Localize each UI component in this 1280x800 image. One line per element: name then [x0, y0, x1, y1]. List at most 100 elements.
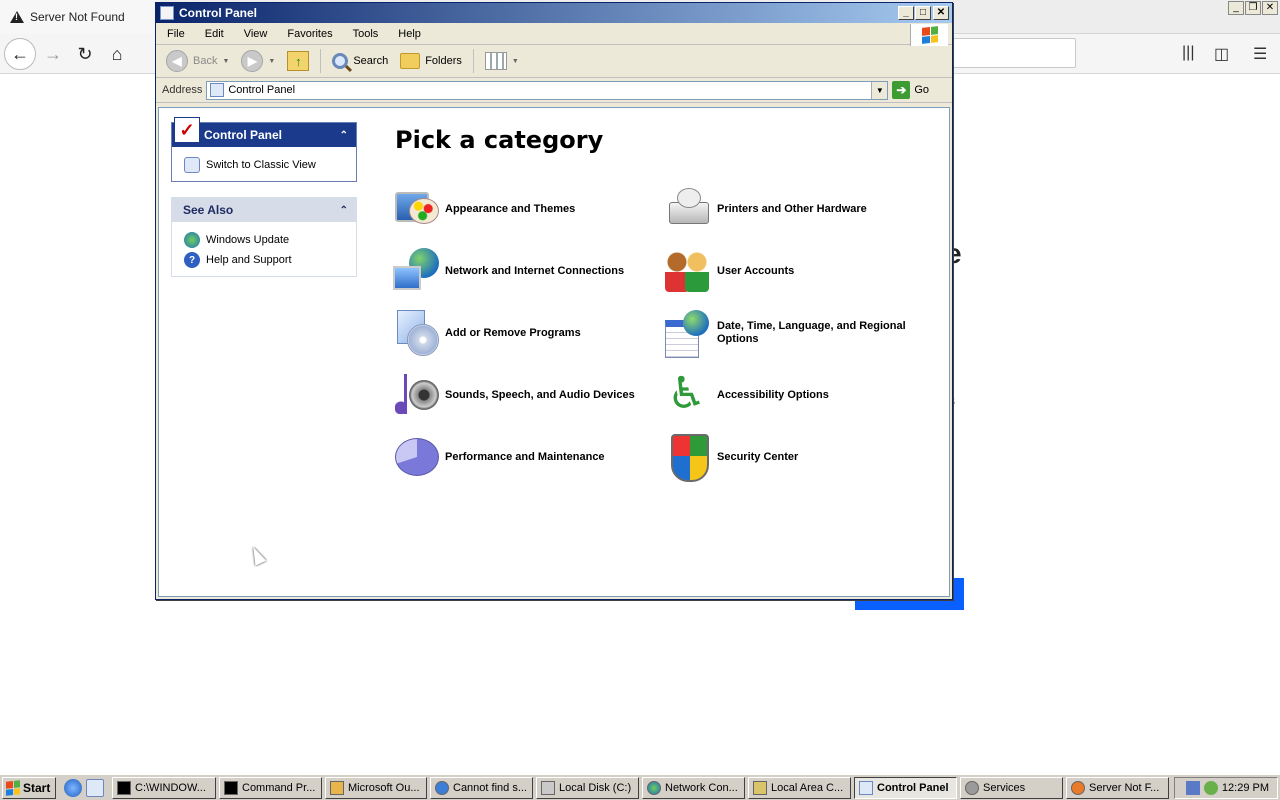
taskbar-button-cmd-window[interactable]: C:\WINDOW...	[112, 776, 216, 799]
ie-quicklaunch-icon[interactable]	[64, 778, 82, 797]
chevron-down-icon[interactable]: ▼	[871, 81, 888, 99]
address-value: Control Panel	[228, 84, 296, 96]
folders-button[interactable]: Folders	[396, 48, 466, 74]
category-label: Performance and Maintenance	[445, 450, 605, 463]
windows-logo-icon	[910, 24, 948, 46]
back-arrow-icon[interactable]: ←	[4, 38, 36, 70]
show-desktop-quicklaunch-icon[interactable]	[86, 778, 104, 797]
back-arrow-icon: ◀	[166, 50, 188, 72]
taskbar-button-command-prompt[interactable]: Command Pr...	[219, 776, 322, 799]
network-tray-icon[interactable]	[1185, 781, 1200, 795]
control-panel-box-header[interactable]: ✓ Control Panel ⌃	[172, 117, 356, 147]
browser-minimize-button[interactable]: _	[1228, 1, 1244, 15]
taskbar-button-local-area-connection[interactable]: Local Area C...	[748, 776, 851, 799]
user-accounts-icon	[663, 246, 713, 296]
system-tray: 12:29 PM	[1174, 777, 1278, 799]
taskbar-button-services[interactable]: Services	[960, 776, 1063, 799]
collapse-chevron-icon[interactable]: ⌃	[340, 205, 348, 216]
taskbar-button-outlook[interactable]: Microsoft Ou...	[325, 776, 427, 799]
toolbar-divider	[472, 49, 474, 73]
minimize-button[interactable]: _	[898, 6, 914, 20]
home-icon[interactable]: ⌂	[102, 39, 132, 69]
browser-tab[interactable]: Server Not Found	[0, 0, 160, 34]
menu-favorites[interactable]: Favorites	[276, 28, 341, 40]
network-internet-icon	[391, 246, 441, 296]
go-button[interactable]: ➔ Go	[892, 81, 929, 99]
browser-url-bar[interactable]	[940, 38, 1076, 68]
windows-update-link[interactable]: Windows Update	[184, 230, 348, 250]
control-panel-task-box: ✓ Control Panel ⌃ Switch to Classic View	[171, 117, 357, 182]
search-button[interactable]: Search	[328, 48, 392, 74]
toolbar: ◀ Back ▼ ▶ ▼ ↑ Search Folders ▼	[156, 45, 952, 78]
performance-maintenance-icon	[391, 432, 441, 482]
taskbar-button-label: Server Not F...	[1089, 781, 1160, 794]
menu-tools[interactable]: Tools	[342, 28, 388, 40]
category-accessibility[interactable]: Accessibility Options	[663, 364, 935, 426]
category-date-time-language[interactable]: Date, Time, Language, and Regional Optio…	[663, 302, 935, 364]
taskbar-button-control-panel[interactable]: Control Panel	[854, 776, 957, 799]
menu-help[interactable]: Help	[387, 28, 430, 40]
taskbar-button-network-connections[interactable]: Network Con...	[642, 776, 745, 799]
control-panel-box-title: Control Panel	[204, 128, 283, 142]
hamburger-menu-icon[interactable]: ☰	[1253, 44, 1267, 64]
add-remove-programs-icon	[391, 308, 441, 358]
menu-view[interactable]: View	[233, 28, 277, 40]
maximize-button[interactable]: □	[915, 6, 931, 20]
reload-icon[interactable]: ↻	[70, 39, 100, 69]
see-also-title: See Also	[183, 203, 234, 217]
security-tray-icon[interactable]	[1203, 781, 1218, 795]
forward-button[interactable]: ▶ ▼	[237, 48, 279, 74]
control-panel-icon	[210, 83, 225, 97]
category-add-remove-programs[interactable]: Add or Remove Programs	[391, 302, 663, 364]
category-label: Security Center	[717, 450, 799, 463]
taskbar-button-cannot-find[interactable]: Cannot find s...	[430, 776, 533, 799]
category-performance-maintenance[interactable]: Performance and Maintenance	[391, 426, 663, 488]
switch-to-classic-view-link[interactable]: Switch to Classic View	[184, 155, 348, 175]
see-also-header[interactable]: See Also ⌃	[172, 198, 356, 222]
help-and-support-link[interactable]: ? Help and Support	[184, 250, 348, 270]
taskbar-button-label: Cannot find s...	[453, 781, 527, 794]
forward-arrow-icon: ▶	[241, 50, 264, 72]
back-button[interactable]: ◀ Back ▼	[162, 48, 233, 74]
folders-label: Folders	[425, 55, 462, 67]
browser-close-button[interactable]: ✕	[1262, 1, 1278, 15]
address-label: Address	[162, 84, 203, 96]
search-icon	[332, 53, 349, 69]
address-field[interactable]: Control Panel ▼	[206, 80, 889, 100]
window-titlebar[interactable]: Control Panel	[156, 3, 952, 23]
sidebar-icon[interactable]: ◫	[1214, 44, 1229, 64]
category-security-center[interactable]: Security Center	[663, 426, 935, 488]
forward-arrow-icon[interactable]: →	[38, 39, 68, 69]
control-panel-icon	[160, 6, 174, 20]
close-button[interactable]: ✕	[933, 6, 949, 20]
task-pane: ✓ Control Panel ⌃ Switch to Classic View…	[171, 117, 357, 292]
category-sounds-audio[interactable]: Sounds, Speech, and Audio Devices	[391, 364, 663, 426]
menu-edit[interactable]: Edit	[194, 28, 233, 40]
category-appearance-themes[interactable]: Appearance and Themes	[391, 178, 663, 240]
collapse-chevron-icon[interactable]: ⌃	[340, 130, 348, 141]
services-gear-icon	[965, 780, 979, 795]
category-network-internet[interactable]: Network and Internet Connections	[391, 240, 663, 302]
up-folder-button[interactable]: ↑	[283, 48, 313, 74]
category-printers-hardware[interactable]: Printers and Other Hardware	[663, 178, 935, 240]
views-button[interactable]: ▼	[481, 48, 523, 74]
browser-restore-button[interactable]: ❐	[1245, 1, 1261, 15]
help-question-icon: ?	[184, 252, 200, 268]
menu-file[interactable]: File	[156, 28, 194, 40]
address-bar: Address Control Panel ▼ ➔ Go	[156, 78, 952, 103]
library-icon[interactable]: |||	[1182, 44, 1194, 62]
taskbar-button-label: Command Pr...	[242, 781, 316, 794]
control-panel-window: Control Panel _ □ ✕ File Edit View Favor…	[155, 2, 953, 600]
taskbar-button-local-disk[interactable]: Local Disk (C:)	[536, 776, 639, 799]
windows-update-globe-icon	[184, 232, 200, 248]
chevron-down-icon[interactable]: ▼	[268, 58, 275, 65]
clock[interactable]: 12:29 PM	[1222, 782, 1269, 794]
search-label: Search	[353, 55, 389, 67]
printer-hardware-icon	[663, 184, 713, 234]
category-user-accounts[interactable]: User Accounts	[663, 240, 935, 302]
taskbar-button-label: Network Con...	[665, 781, 738, 794]
taskbar-button-server-not-found[interactable]: Server Not F...	[1066, 776, 1169, 799]
cmd-icon	[224, 780, 238, 795]
start-button[interactable]: Start	[2, 776, 56, 799]
chevron-down-icon[interactable]: ▼	[222, 58, 229, 65]
